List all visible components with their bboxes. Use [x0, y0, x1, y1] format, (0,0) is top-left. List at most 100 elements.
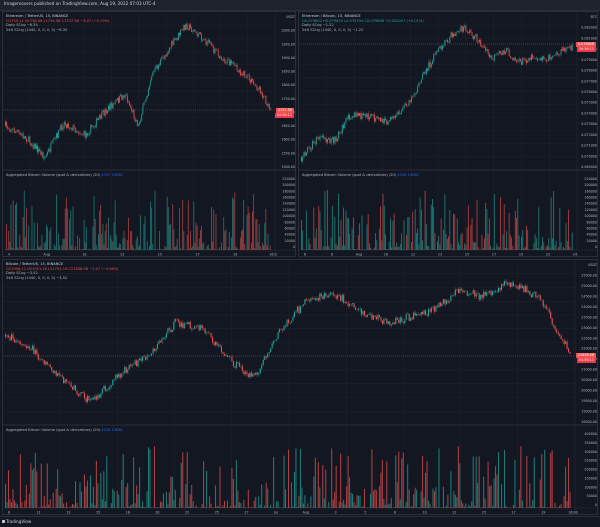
volume-axis-tick: 20000 [587, 239, 598, 243]
x-axis-tick: 10 [82, 253, 86, 257]
y-axis-tick: 19000.00 [581, 410, 597, 414]
x-axis-tick: 22 [185, 511, 189, 515]
y-axis-tick: 1950.00 [281, 42, 295, 46]
volume-axis-tick: 300000 [584, 450, 597, 454]
x-axis-tick: 3 [334, 511, 336, 515]
volume-title: Aggregated Bitcoin Volume (spot & deriva… [302, 173, 396, 177]
volume-axis-tick: 40000 [285, 233, 296, 237]
x-axis-tick: 17 [512, 511, 516, 515]
volume-axis-tick: 180000 [584, 189, 597, 193]
y-axis-tick: 0.070000 [581, 154, 597, 158]
volume-axis-tick: 80000 [285, 220, 296, 224]
x-axis-tick: 24 [573, 253, 577, 257]
volume-axis-tick: 0 [595, 503, 597, 507]
y-axis-tick: 0.075000 [581, 101, 597, 105]
y-axis-tick: 0.077000 [581, 79, 597, 83]
y-axis-tick: 0.078000 [581, 69, 597, 73]
price-chart-eth-btc[interactable]: BTC0.0820000.0810000.0800000.0790000.078… [299, 12, 598, 257]
volume-axis-tick: 150000 [584, 476, 597, 480]
volume-axis-tick: 120000 [282, 208, 295, 212]
price-chart-btc-usdt[interactable]: USDT25500.0025000.0024500.0024000.002350… [3, 260, 598, 515]
volume-axis-tick: 0 [293, 245, 295, 249]
x-axis-tick: 19 [541, 511, 545, 515]
y-axis-tick: 18500.00 [581, 420, 597, 424]
y-axis-tick: 21000.00 [581, 368, 597, 372]
legend-line3: 24H SCng (1440, 0, 0, 0, 0) −6.35 [6, 28, 109, 33]
y-axis-tick: 0.082000 [581, 26, 597, 30]
y-axis-tick: 0.074000 [581, 111, 597, 115]
legend-eth-btc: Ethereum / Bitcoin, 15, BINANCE O0.07980… [302, 14, 424, 32]
chart-pane-eth-usdt[interactable]: USDT2000.001950.001900.001850.001800.001… [2, 11, 296, 257]
volume-axis-tick: 140000 [584, 202, 597, 206]
volume-axis-tick: 60000 [587, 226, 598, 230]
y-axis-tick: 1750.00 [281, 97, 295, 101]
volume-axis-tick: 100000 [584, 214, 597, 218]
legend-line3: 24H SCng (1440, 0, 0, 0, 0) −1.22 [302, 28, 424, 33]
y-axis-tick: BTC [591, 15, 598, 19]
y-axis-tick: 20500.00 [581, 378, 597, 382]
volume-legend-btc-usdt: Aggregated Bitcoin Volume (spot & deriva… [6, 428, 123, 433]
x-axis-tick: 12 [452, 511, 456, 515]
y-axis-tick: USDT [588, 263, 598, 267]
y-axis-tick: 24000.00 [581, 305, 597, 309]
volume-axis-tick: 160000 [584, 196, 597, 200]
volume-axis-tick: 20000 [285, 239, 296, 243]
y-axis-tick: 25500.00 [581, 273, 597, 277]
countdown-tag: 04:56:11 [577, 47, 596, 52]
x-axis-tick: 8 [8, 511, 10, 515]
x-axis-tick: 10 [384, 253, 388, 257]
volume-axis-tick: 0 [595, 245, 597, 249]
legend-btc-usdt: Bitcoin / TetherUS, 15, BINANCE O21908.1… [6, 262, 119, 280]
y-axis-tick: 1550.00 [281, 151, 295, 155]
x-axis-tick: 8 [331, 253, 333, 257]
legend-eth-usdt: Ethereum / TetherUS, 15, BINANCE O1735.1… [6, 14, 109, 32]
volume-value: 4707 13081 [101, 173, 123, 177]
x-axis-tick: 27 [244, 511, 248, 515]
x-axis-tick: 10 [422, 511, 426, 515]
chart-pane-eth-btc[interactable]: BTC0.0820000.0810000.0800000.0790000.078… [298, 11, 598, 257]
chart-pane-btc-usdt[interactable]: USDT25500.0025000.0024500.0024000.002350… [2, 259, 598, 515]
x-axis-tick: Jul [273, 511, 278, 515]
y-axis-tick: USDT [286, 15, 296, 19]
volume-axis-tick: 180000 [282, 189, 295, 193]
volume-value: 4426 13081 [101, 428, 123, 432]
x-axis-tick: 6 [304, 253, 306, 257]
x-axis-tick: 20 [155, 511, 159, 515]
volume-axis-tick: 400000 [584, 432, 597, 436]
volume-axis-tick: 220000 [282, 177, 295, 181]
y-axis-tick: 0.073000 [581, 122, 597, 126]
x-axis-tick: 17 [195, 253, 199, 257]
y-axis-tick: 23500.00 [581, 315, 597, 319]
volume-title: Aggregated Bitcoin Volume (spot & deriva… [6, 428, 100, 432]
volume-axis-tick: 100000 [282, 214, 295, 218]
y-axis-tick: 0.071000 [581, 144, 597, 148]
y-axis-tick: 0.069000 [581, 165, 597, 169]
y-axis-tick: 22500.00 [581, 336, 597, 340]
x-axis-tick: 19 [519, 253, 523, 257]
x-axis-tick: 16:00 [568, 511, 578, 515]
x-axis-tick: 15 [465, 253, 469, 257]
y-axis-tick: 1800.00 [281, 83, 295, 87]
x-axis-tick: 11 [37, 511, 41, 515]
price-chart-eth-usdt[interactable]: USDT2000.001950.001900.001850.001800.001… [3, 12, 296, 257]
x-axis-tick: 19 [233, 253, 237, 257]
footer-brand: TradingView [6, 519, 31, 524]
y-axis-tick: 25000.00 [581, 284, 597, 288]
x-axis-tick: 18 [126, 511, 130, 515]
volume-axis-tick: 200000 [584, 183, 597, 187]
x-axis-tick: 12 [411, 253, 415, 257]
volume-axis-tick: 50000 [587, 494, 598, 498]
volume-axis-tick: 220000 [584, 177, 597, 181]
volume-value: 4426 13081 [397, 173, 419, 177]
y-axis-tick: 1650.00 [281, 124, 295, 128]
x-axis-tick: 8 [394, 511, 396, 515]
y-axis-tick: 1500.00 [281, 165, 295, 169]
x-axis-tick: 4 [8, 253, 10, 257]
volume-axis-tick: 40000 [587, 233, 598, 237]
publish-header-text: Imagemovers published on TradingView.com… [4, 1, 156, 6]
x-axis-tick: 17 [492, 253, 496, 257]
x-axis-tick: Aug [356, 253, 362, 257]
volume-title: Aggregated Bitcoin Volume (spot & deriva… [6, 173, 100, 177]
y-axis-tick: 0.072000 [581, 133, 597, 137]
countdown-tag: 04:56:11 [577, 358, 596, 363]
